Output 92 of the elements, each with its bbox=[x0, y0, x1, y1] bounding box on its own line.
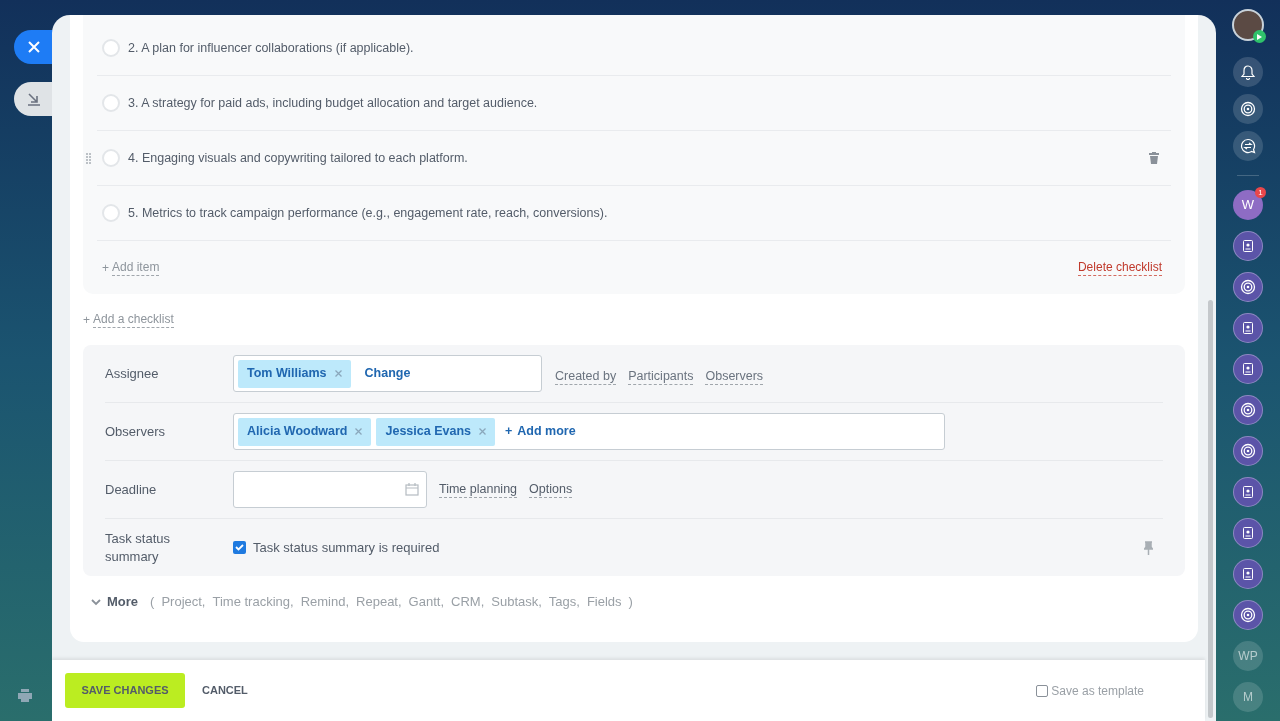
parenthesis: ( bbox=[150, 593, 155, 612]
chip-label: Tom Williams bbox=[247, 365, 327, 383]
chevron-down-icon bbox=[91, 598, 101, 606]
chat-button[interactable] bbox=[1233, 131, 1263, 161]
add-checklist-link[interactable]: Add a checklist bbox=[93, 311, 174, 328]
option-link[interactable]: Remind, bbox=[300, 592, 350, 612]
user-chip[interactable]: Jessica Evans bbox=[376, 417, 495, 446]
user-chip[interactable]: Alicia Woodward bbox=[238, 417, 372, 446]
minimize-button[interactable] bbox=[14, 82, 54, 116]
checklist-item-text: 5. Metrics to track campaign performance (e.g., engagement rate, reach, conversions). bbox=[128, 204, 608, 222]
user-avatar[interactable]: W 1 bbox=[1233, 190, 1263, 220]
avatar-initials: W bbox=[1241, 196, 1255, 215]
user-avatar[interactable] bbox=[1232, 9, 1264, 41]
option-link[interactable]: Time tracking, bbox=[212, 592, 294, 612]
checklist-item-text: 2. A plan for influencer collaborations (if applicable). bbox=[128, 39, 414, 57]
deadline-link[interactable]: Options bbox=[529, 481, 573, 498]
close-icon bbox=[28, 41, 40, 53]
cancel-button[interactable]: CANCEL bbox=[202, 682, 248, 699]
checkbox-label: Save as template bbox=[1051, 682, 1144, 700]
role-link[interactable]: Participants bbox=[628, 368, 694, 385]
calendar-icon bbox=[405, 483, 419, 496]
plus-sign: + bbox=[83, 311, 90, 329]
swirl-icon-button[interactable] bbox=[1233, 436, 1263, 466]
option-link[interactable]: Tags, bbox=[548, 592, 580, 612]
checkbox-label: Task status summary is required bbox=[253, 538, 440, 557]
option-link[interactable]: Repeat, bbox=[356, 592, 402, 612]
contact-book-icon bbox=[1243, 568, 1253, 580]
avatar-initials: WP bbox=[1238, 648, 1258, 665]
swirl-icon bbox=[1240, 443, 1256, 459]
minimize-icon bbox=[27, 92, 41, 106]
notifications-button[interactable] bbox=[1233, 57, 1263, 87]
contact-book-button[interactable] bbox=[1233, 477, 1263, 507]
checklist-item-text: 4. Engaging visuals and copywriting tailored to each platform. bbox=[128, 149, 468, 167]
delete-checklist-link[interactable]: Delete checklist bbox=[1077, 259, 1162, 276]
role-link[interactable]: Created by bbox=[555, 368, 617, 385]
chip-label: Jessica Evans bbox=[385, 423, 471, 441]
option-link[interactable]: Fields bbox=[586, 592, 622, 612]
deadline-link[interactable]: Time planning bbox=[439, 481, 518, 498]
role-link[interactable]: Observers bbox=[705, 368, 764, 385]
chat-bubble-icon bbox=[1240, 138, 1256, 154]
contact-book-button[interactable] bbox=[1233, 559, 1263, 589]
user-avatar[interactable]: WP bbox=[1233, 641, 1263, 671]
save-changes-button[interactable]: SAVE CHANGES bbox=[65, 673, 185, 708]
swirl-icon bbox=[1240, 607, 1256, 623]
swirl-icon-button[interactable] bbox=[1233, 94, 1263, 124]
checkbox[interactable] bbox=[1036, 684, 1049, 697]
change-link[interactable]: Change bbox=[364, 364, 411, 383]
observers-field[interactable]: Alicia Woodward Jessica Evans + Add more bbox=[233, 413, 945, 450]
add-item-link[interactable]: Add item bbox=[112, 259, 160, 276]
option-link[interactable]: Subtask, bbox=[491, 592, 542, 612]
swirl-icon bbox=[1240, 279, 1256, 295]
plus-sign: + bbox=[102, 259, 109, 277]
swirl-icon-button[interactable] bbox=[1233, 600, 1263, 630]
scrollbar[interactable] bbox=[1208, 300, 1213, 718]
contact-book-icon bbox=[1243, 322, 1253, 334]
bell-icon bbox=[1241, 64, 1255, 80]
contact-book-button[interactable] bbox=[1233, 354, 1263, 384]
field-label: Observers bbox=[105, 422, 166, 441]
swirl-icon-button[interactable] bbox=[1233, 272, 1263, 302]
checklist-item-text: 3. A strategy for paid ads, including budget allocation and target audience. bbox=[128, 94, 538, 112]
field-label: Task status summary bbox=[105, 529, 172, 566]
close-button[interactable] bbox=[14, 30, 54, 64]
avatar-initials: M bbox=[1243, 689, 1253, 706]
assignee-field[interactable]: Tom Williams Change bbox=[233, 355, 542, 392]
notification-badge: 1 bbox=[1255, 187, 1266, 198]
swirl-icon-button[interactable] bbox=[1233, 395, 1263, 425]
link-label: Add more bbox=[517, 423, 576, 441]
chip-label: Alicia Woodward bbox=[247, 423, 348, 441]
add-more-link[interactable]: + Add more bbox=[505, 422, 576, 441]
contact-book-button[interactable] bbox=[1233, 313, 1263, 343]
contact-book-icon bbox=[1243, 527, 1253, 539]
parenthesis: ) bbox=[628, 593, 633, 612]
checkbox[interactable] bbox=[233, 541, 246, 554]
plus-sign: + bbox=[505, 423, 513, 441]
option-link[interactable]: Project, bbox=[161, 592, 206, 612]
contact-book-button[interactable] bbox=[1233, 231, 1263, 261]
field-label: Assignee bbox=[105, 364, 160, 383]
trash-icon[interactable] bbox=[1149, 152, 1159, 164]
option-link[interactable]: CRM, bbox=[451, 592, 485, 612]
contact-book-icon bbox=[1243, 486, 1253, 498]
field-label: Deadline bbox=[105, 480, 158, 499]
contact-book-button[interactable] bbox=[1233, 518, 1263, 548]
option-link[interactable]: Gantt, bbox=[408, 592, 445, 612]
user-chip[interactable]: Tom Williams bbox=[238, 359, 351, 388]
swirl-icon bbox=[1240, 402, 1256, 418]
more-toggle[interactable]: More bbox=[91, 592, 139, 612]
contact-book-icon bbox=[1243, 240, 1253, 252]
deadline-field[interactable] bbox=[233, 471, 427, 508]
drag-handle-icon[interactable] bbox=[86, 152, 91, 164]
contact-book-icon bbox=[1243, 363, 1253, 375]
user-avatar[interactable]: M bbox=[1233, 682, 1263, 712]
swirl-icon bbox=[1240, 101, 1256, 117]
